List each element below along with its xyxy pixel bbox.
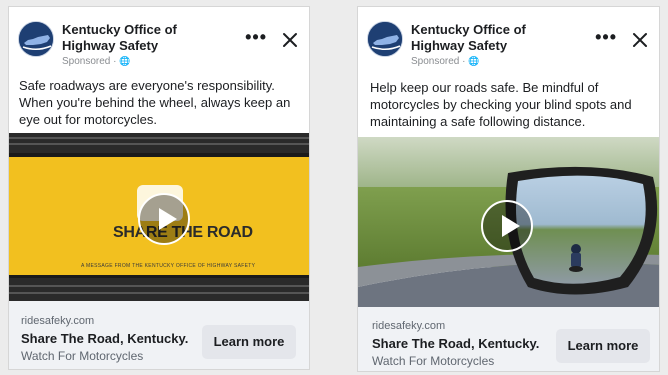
page-avatar[interactable]	[18, 21, 54, 57]
ad-body-text: Safe roadways are everyone's responsibil…	[19, 78, 291, 127]
ad-domain: ridesafeky.com	[372, 320, 446, 332]
sponsored-label: Sponsored · 🌐	[62, 55, 130, 68]
page-name[interactable]: Kentucky Office of Highway Safety	[411, 22, 581, 54]
kentucky-logo-icon	[19, 22, 53, 56]
ad-domain: ridesafeky.com	[21, 315, 95, 327]
ad-header: Kentucky Office of Highway Safety Sponso…	[358, 7, 659, 67]
sponsored-text: Sponsored ·	[62, 56, 117, 67]
ad-header: Kentucky Office of Highway Safety Sponso…	[9, 7, 309, 67]
close-icon[interactable]	[631, 31, 649, 49]
more-options-icon[interactable]: •••	[245, 28, 267, 46]
globe-icon: 🌐	[119, 56, 131, 66]
ad-video[interactable]: SHARE THE ROAD A MESSAGE FROM THE KENTUC…	[9, 133, 309, 301]
ad-headline: Share The Road, Kentucky.	[21, 331, 189, 346]
ad-subheadline: Watch For Motorcycles	[21, 349, 144, 363]
sponsored-label: Sponsored · 🌐	[411, 55, 479, 68]
ad-subheadline: Watch For Motorcycles	[372, 354, 495, 368]
learn-more-button[interactable]: Learn more	[202, 325, 296, 359]
ad-headline: Share The Road, Kentucky.	[372, 336, 540, 351]
ad-footer[interactable]: ridesafeky.com Share The Road, Kentucky.…	[358, 307, 659, 371]
more-options-icon[interactable]: •••	[595, 28, 617, 46]
globe-icon: 🌐	[468, 56, 480, 66]
sponsored-ad-card: Kentucky Office of Highway Safety Sponso…	[357, 6, 660, 372]
close-icon[interactable]	[281, 31, 299, 49]
learn-more-button[interactable]: Learn more	[556, 329, 650, 363]
page-avatar[interactable]	[367, 21, 403, 57]
sponsored-ad-card: Kentucky Office of Highway Safety Sponso…	[8, 6, 310, 370]
ad-body-text: Help keep our roads safe. Be mindful of …	[370, 80, 632, 129]
play-button-icon[interactable]	[138, 193, 190, 245]
sponsored-text: Sponsored ·	[411, 56, 466, 67]
play-button-icon[interactable]	[481, 200, 533, 252]
ad-footer[interactable]: ridesafeky.com Share The Road, Kentucky.…	[9, 301, 309, 369]
page-name[interactable]: Kentucky Office of Highway Safety	[62, 22, 232, 54]
ad-video[interactable]	[358, 137, 659, 307]
kentucky-logo-icon	[368, 22, 402, 56]
message-from-label: A MESSAGE FROM THE KENTUCKY OFFICE OF HI…	[81, 263, 256, 269]
